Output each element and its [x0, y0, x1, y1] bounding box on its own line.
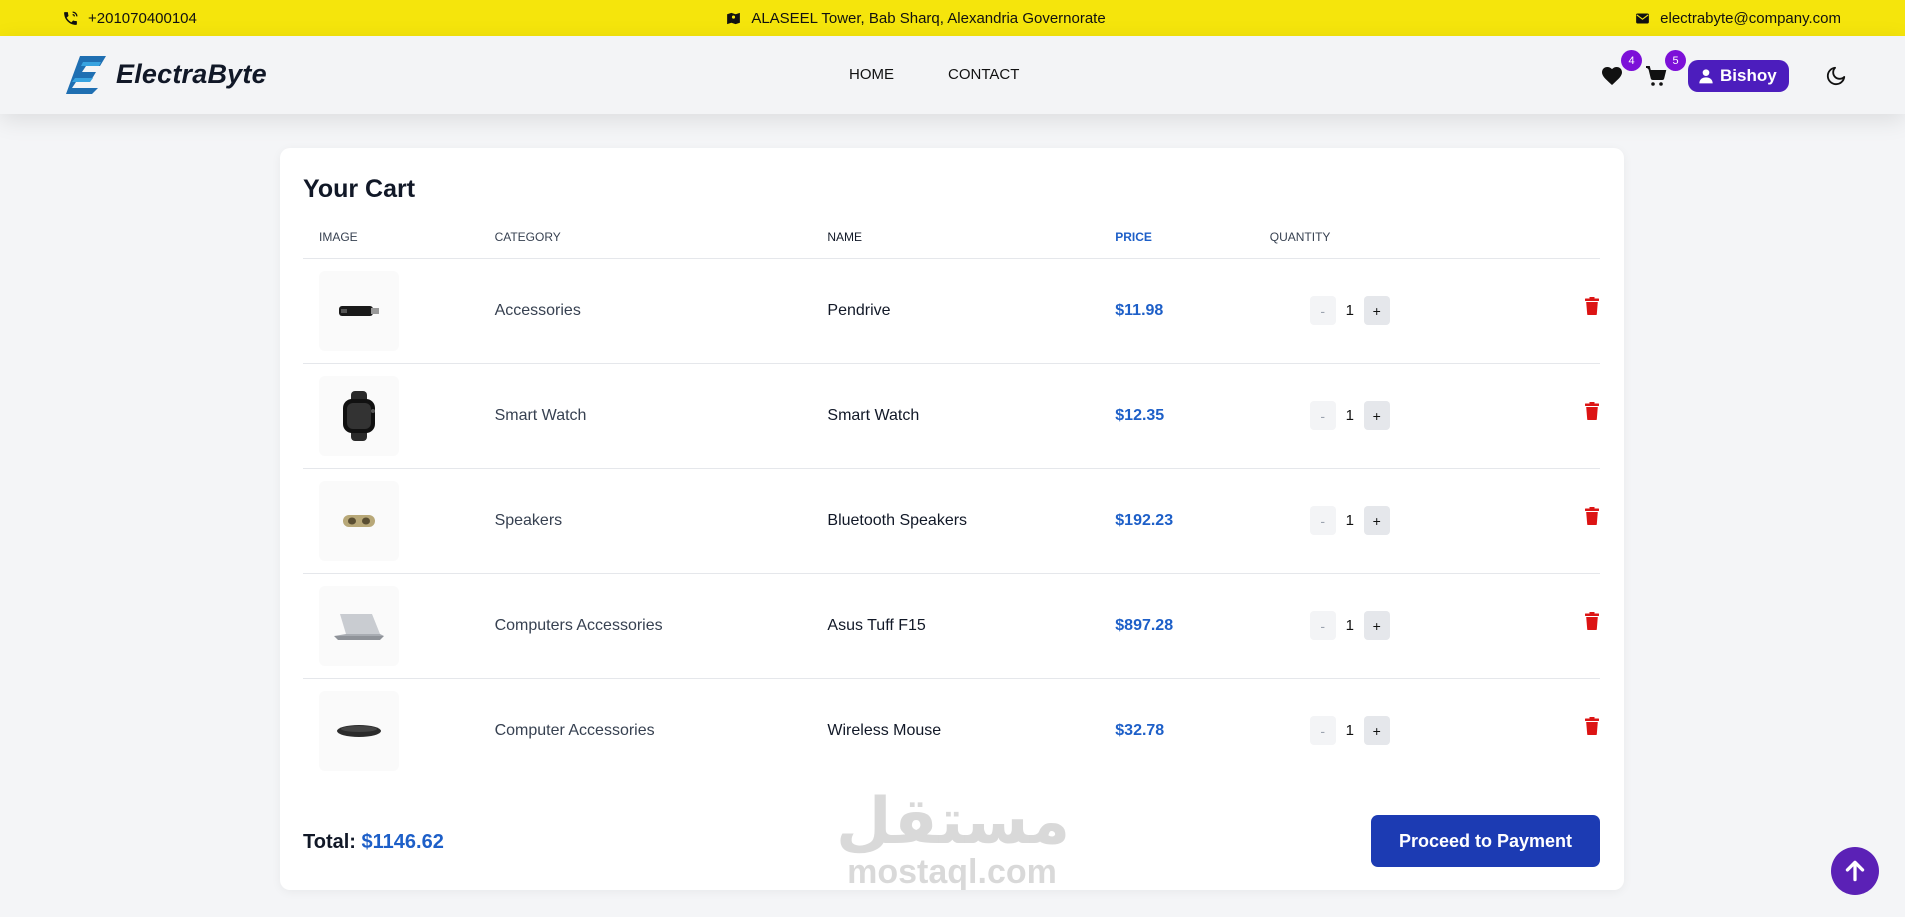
contact-address: ALASEEL Tower, Bab Sharq, Alexandria Gov… — [725, 9, 1106, 27]
trash-icon[interactable] — [1584, 611, 1600, 630]
user-icon — [1699, 69, 1713, 84]
product-image-pendrive[interactable] — [319, 270, 399, 351]
qty-value: 1 — [1345, 512, 1354, 529]
decrease-qty-button[interactable]: - — [1309, 611, 1336, 640]
user-name: Bishoy — [1720, 66, 1777, 85]
cart-table: IMAGE CATEGORY NAME PRICE QUANTITY Acces… — [303, 230, 1600, 783]
column-header-image: IMAGE — [303, 230, 495, 259]
qty-value: 1 — [1345, 407, 1354, 424]
decrease-qty-button[interactable]: - — [1309, 296, 1336, 325]
laptop-image — [334, 613, 384, 640]
brand-logo[interactable]: ElectraByte — [66, 54, 267, 94]
pendrive-image — [339, 305, 379, 316]
column-header-quantity: QUANTITY — [1269, 230, 1464, 259]
table-row: Smart Watch Smart Watch $12.35 - 1 + — [303, 363, 1600, 469]
item-name: Smart Watch — [827, 363, 1116, 469]
trash-icon[interactable] — [1584, 296, 1600, 315]
cart-total: Total: $1146.62 — [303, 831, 444, 854]
column-header-name: NAME — [827, 230, 1116, 259]
smartwatch-image — [343, 390, 375, 441]
table-header-row: IMAGE CATEGORY NAME PRICE QUANTITY — [303, 230, 1600, 259]
qty-value: 1 — [1345, 617, 1354, 634]
electrabyte-logo-icon — [66, 56, 106, 94]
dark-mode-toggle-icon[interactable] — [1825, 65, 1847, 87]
map-icon — [727, 12, 741, 24]
quantity-stepper: - 1 + — [1309, 611, 1464, 640]
column-header-price: PRICE — [1115, 230, 1270, 259]
user-menu-button[interactable]: Bishoy — [1688, 60, 1789, 92]
arrow-up-icon — [1845, 860, 1865, 882]
proceed-to-payment-button[interactable]: Proceed to Payment — [1371, 815, 1600, 867]
item-category: Computers Accessories — [494, 573, 828, 679]
product-image-smartwatch[interactable] — [319, 375, 399, 456]
trash-icon[interactable] — [1584, 506, 1600, 525]
quantity-stepper: - 1 + — [1309, 401, 1464, 430]
item-category: Smart Watch — [494, 363, 828, 469]
quantity-stepper: - 1 + — [1309, 716, 1464, 746]
trash-icon[interactable] — [1584, 401, 1600, 420]
mouse-image — [337, 724, 381, 737]
product-image-laptop[interactable] — [319, 585, 399, 666]
product-image-mouse[interactable] — [319, 690, 399, 771]
increase-qty-button[interactable]: + — [1363, 716, 1390, 746]
item-price: $12.35 — [1115, 363, 1270, 469]
increase-qty-button[interactable]: + — [1363, 506, 1390, 535]
product-image-speaker[interactable] — [319, 480, 399, 561]
item-category: Speakers — [494, 468, 828, 574]
cart-count-badge: 5 — [1665, 50, 1686, 71]
scroll-to-top-button[interactable] — [1831, 847, 1879, 895]
item-name: Wireless Mouse — [827, 721, 942, 739]
contact-phone[interactable]: +201070400104 — [62, 10, 197, 27]
main-header: ElectraByte HOME CONTACT 4 5 Bishoy — [0, 36, 1905, 114]
phone-icon — [64, 10, 78, 25]
increase-qty-button[interactable]: + — [1363, 401, 1390, 430]
item-name: Pendrive — [827, 258, 1116, 364]
top-info-bar: +201070400104 ALASEEL Tower, Bab Sharq, … — [0, 0, 1905, 36]
item-price: $11.98 — [1115, 258, 1270, 364]
table-row: Speakers Bluetooth Speakers $192.23 - 1 … — [303, 468, 1600, 574]
decrease-qty-button[interactable]: - — [1309, 401, 1336, 430]
decrease-qty-button[interactable]: - — [1309, 506, 1336, 535]
item-category: Computer Accessories — [494, 721, 655, 739]
quantity-stepper: - 1 + — [1309, 296, 1464, 325]
cart-card: Your Cart IMAGE CATEGORY NAME PRICE QUAN… — [280, 148, 1624, 890]
item-price: $32.78 — [1115, 721, 1165, 739]
nav-home[interactable]: HOME — [849, 66, 894, 83]
item-name: Asus Tuff F15 — [827, 573, 1116, 679]
trash-icon[interactable] — [1584, 716, 1600, 735]
heart-icon — [1602, 67, 1622, 85]
column-header-category: CATEGORY — [494, 230, 828, 259]
item-price: $192.23 — [1115, 468, 1270, 574]
table-row: Computers Accessories Asus Tuff F15 $897… — [303, 573, 1600, 679]
phone-text: +201070400104 — [88, 9, 197, 27]
address-text: ALASEEL Tower, Bab Sharq, Alexandria Gov… — [751, 9, 1106, 27]
speaker-image — [343, 514, 375, 527]
increase-qty-button[interactable]: + — [1363, 611, 1390, 640]
increase-qty-button[interactable]: + — [1363, 296, 1390, 325]
email-text: electrabyte@company.com — [1660, 9, 1841, 27]
quantity-stepper: - 1 + — [1309, 506, 1464, 535]
decrease-qty-button[interactable]: - — [1309, 716, 1336, 746]
total-value: $1146.62 — [361, 831, 444, 853]
cart-button[interactable]: 5 — [1644, 50, 1686, 88]
main-nav: HOME CONTACT — [849, 66, 1019, 83]
wishlist-count-badge: 4 — [1621, 50, 1642, 71]
qty-value: 1 — [1345, 722, 1354, 740]
contact-email[interactable]: electrabyte@company.com — [1634, 10, 1841, 27]
header-actions: 4 5 Bishoy — [1600, 50, 1847, 92]
table-row: Computer Accessories Wireless Mouse $32.… — [303, 678, 1600, 783]
item-category: Accessories — [494, 258, 828, 364]
page-title: Your Cart — [303, 175, 416, 203]
total-label: Total: — [303, 831, 356, 853]
table-row: Accessories Pendrive $11.98 - 1 + — [303, 258, 1600, 364]
item-price: $897.28 — [1115, 573, 1270, 679]
brand-name: ElectraByte — [116, 58, 267, 89]
wishlist-button[interactable]: 4 — [1600, 50, 1642, 88]
cart-icon — [1646, 66, 1667, 86]
envelope-icon — [1636, 13, 1650, 23]
item-name: Bluetooth Speakers — [827, 468, 1116, 574]
qty-value: 1 — [1345, 302, 1354, 319]
column-header-actions — [1464, 230, 1600, 259]
nav-contact[interactable]: CONTACT — [948, 66, 1019, 83]
